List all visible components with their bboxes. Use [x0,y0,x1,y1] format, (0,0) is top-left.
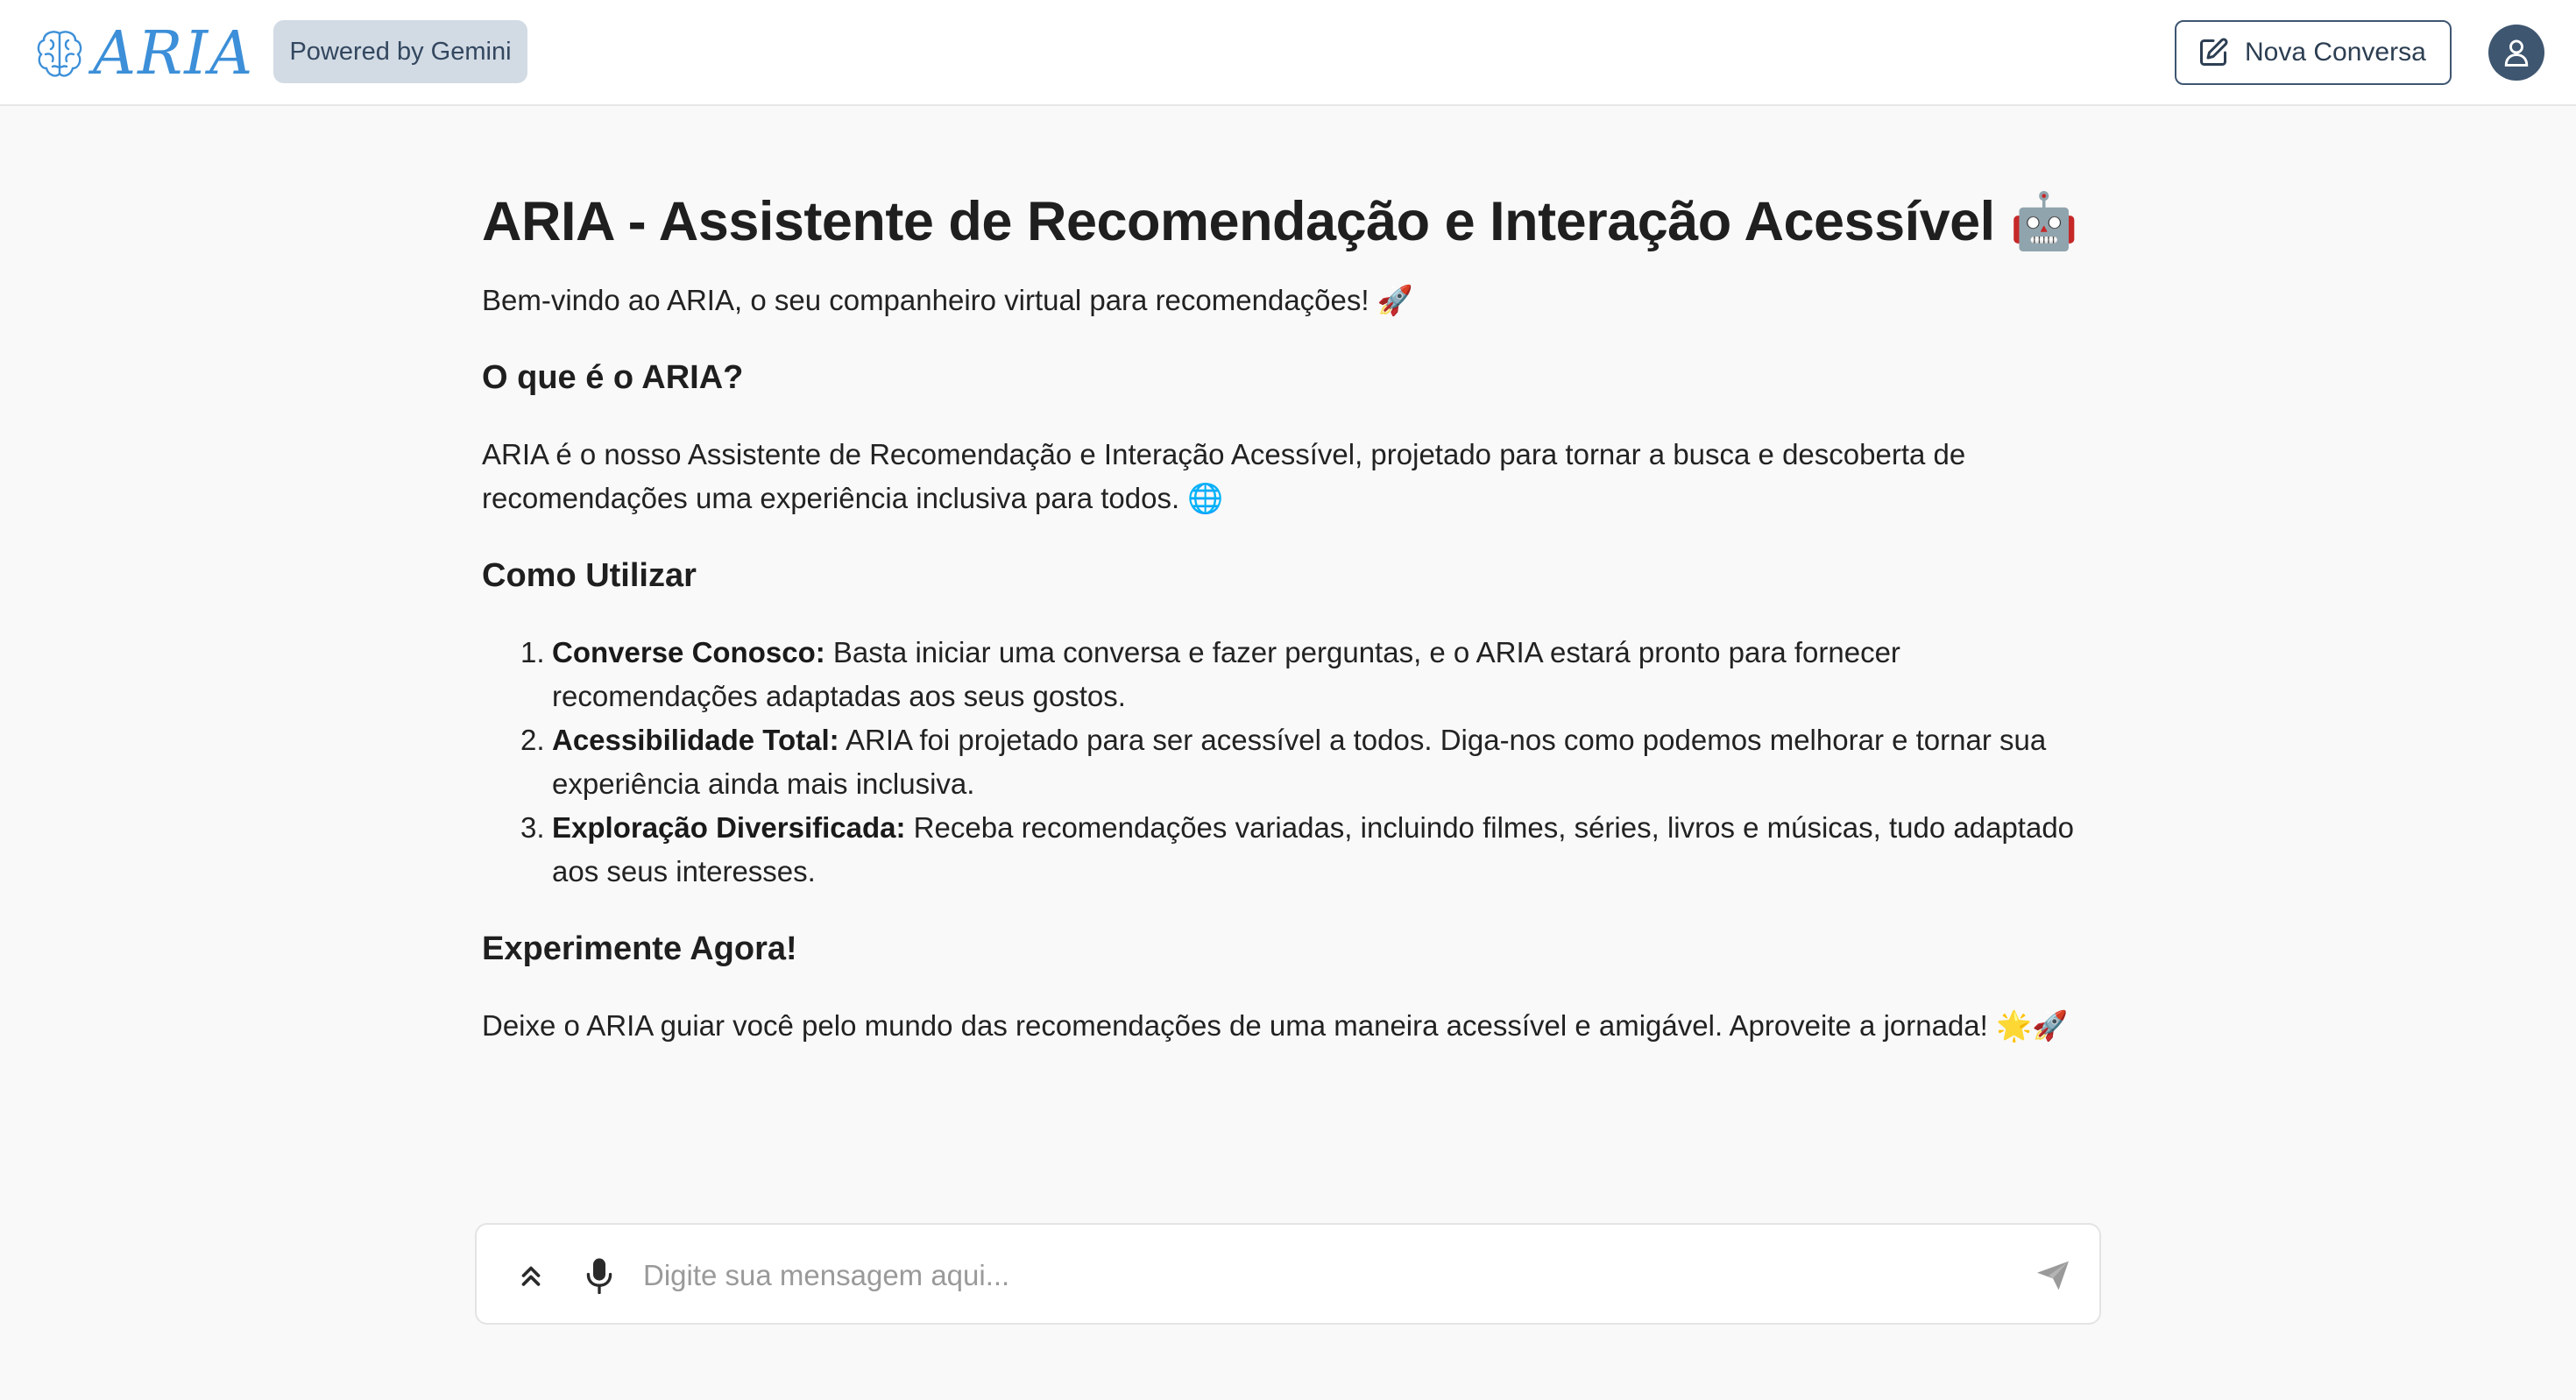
top-header: ARIA Powered by Gemini Nova Conversa [0,0,2576,106]
microphone-icon [586,1258,612,1294]
intro-text-body: Bem-vindo ao ARIA, o seu companheiro vir… [482,283,1369,316]
section-text-try: Deixe o ARIA guiar você pelo mundo das r… [482,1004,2103,1048]
logo-text: ARIA [93,19,255,88]
list-item-title: Acessibilidade Total: [552,723,839,756]
user-icon [2504,39,2529,67]
powered-by-badge: Powered by Gemini [273,20,527,83]
welcome-message: ARIA - Assistente de Recomendação e Inte… [482,188,2103,1048]
page-title-text: ARIA - Assistente de Recomendação e Inte… [482,191,1995,252]
section-heading-what: O que é o ARIA? [482,358,744,396]
page-title: ARIA - Assistente de Recomendação e Inte… [482,188,2103,256]
section-text-try-body: Deixe o ARIA guiar você pelo mundo das r… [482,1008,1988,1042]
list-item: 1. Converse Conosco: Basta iniciar uma c… [482,631,2103,718]
usage-list: 1. Converse Conosco: Basta iniciar uma c… [482,631,2103,894]
microphone-button[interactable] [580,1255,619,1297]
double-chevron-up-icon [521,1266,541,1286]
send-icon [2037,1261,2069,1290]
aria-logo[interactable]: ARIA [35,21,254,88]
list-item-number: 1. [520,635,545,668]
new-chat-label: Nova Conversa [2245,38,2426,67]
globe-emoji: 🌐 [1187,480,1224,515]
robot-emoji: 🤖 [2009,189,2078,253]
list-item-title: Converse Conosco: [552,635,825,668]
edit-icon [2200,38,2228,66]
section-heading-try: Experimente Agora! [482,930,797,967]
message-composer [475,1223,2101,1325]
list-item-number: 3. [520,810,545,844]
new-chat-button[interactable]: Nova Conversa [2175,20,2452,85]
list-item-title: Exploração Diversificada: [552,810,906,844]
send-button[interactable] [2033,1256,2073,1295]
section-heading-how: Como Utilizar [482,556,697,594]
list-item: 3. Exploração Diversificada: Receba reco… [482,806,2103,894]
list-item: 2. Acessibilidade Total: ARIA foi projet… [482,718,2103,806]
message-input[interactable] [643,1249,2010,1302]
section-text-what: ARIA é o nosso Assistente de Recomendaçã… [482,433,2103,520]
rocket-emoji: 🚀 [1376,282,1413,317]
section-text-what-body: ARIA é o nosso Assistente de Recomendaçã… [482,437,1966,514]
user-avatar[interactable] [2488,25,2544,81]
brain-icon [37,31,82,77]
sparkle-rocket-emoji: 🌟🚀 [1996,1008,2069,1043]
list-item-number: 2. [520,723,545,756]
intro-text: Bem-vindo ao ARIA, o seu companheiro vir… [482,279,2103,322]
expand-button[interactable] [512,1256,550,1295]
